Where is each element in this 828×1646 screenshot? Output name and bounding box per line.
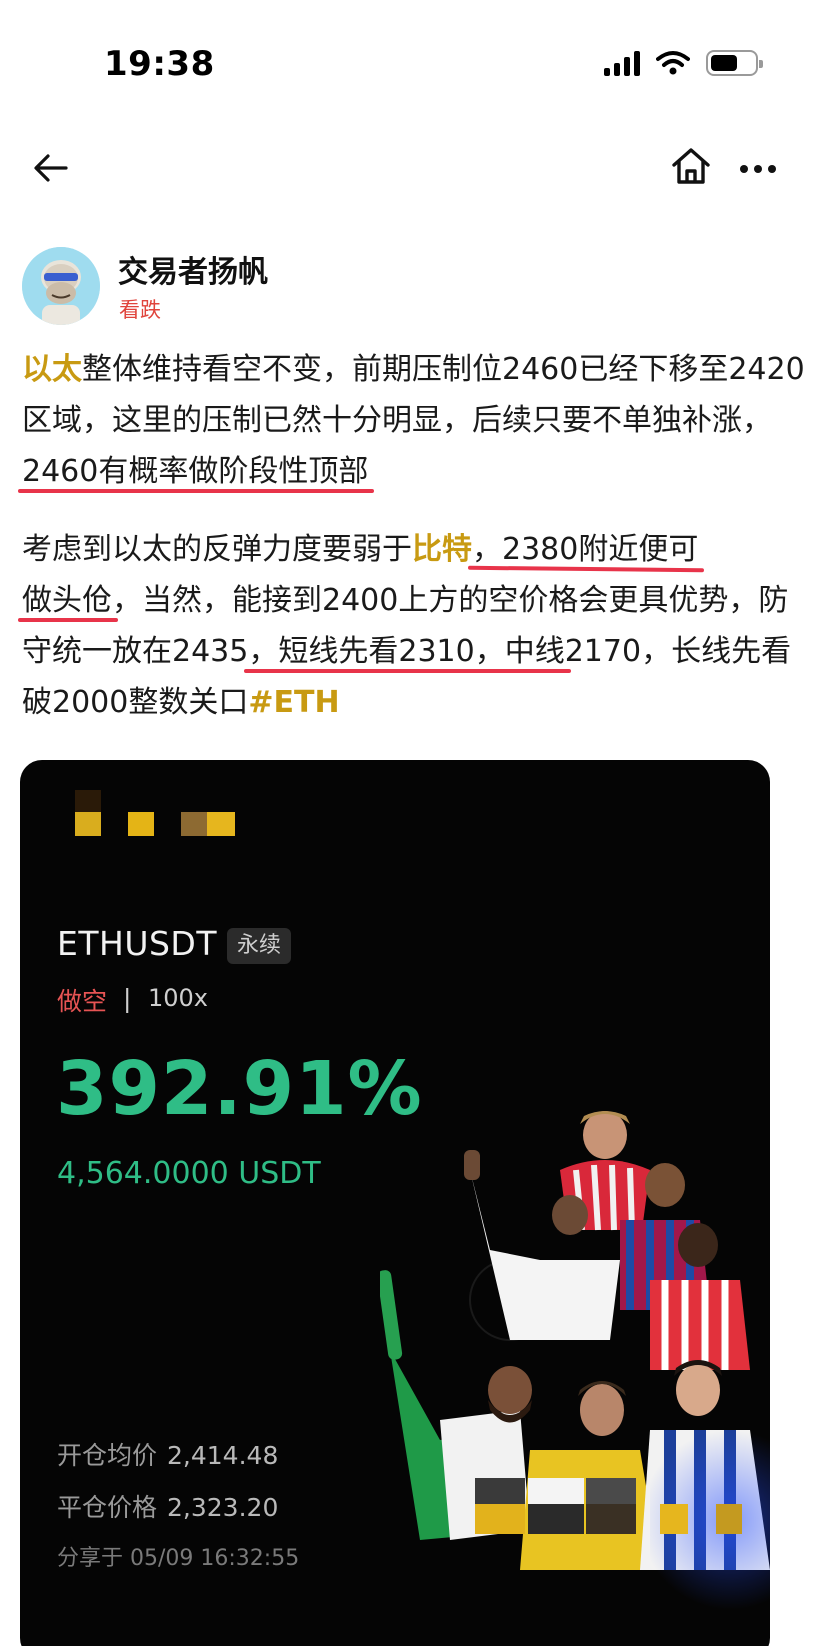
status-icons (604, 50, 763, 76)
more-options-icon[interactable] (736, 147, 780, 191)
sentiment-tag: 看跌 (119, 298, 161, 322)
highlight-btc[interactable]: 比特 (412, 532, 472, 567)
avatar[interactable] (22, 247, 100, 325)
underlined-text: ，短线先看2310，中线 (248, 634, 565, 669)
nav-bar (0, 135, 828, 201)
status-bar: 19:38 (0, 0, 828, 120)
home-icon[interactable] (668, 143, 714, 189)
pnl-usdt: 4,564.0000 USDT (57, 1156, 321, 1191)
leverage: 100x (148, 984, 209, 1012)
post-paragraph-2: 考虑到以太的反弹力度要弱于比特，2380附近便可做头伧，当然，能接到2400上方… (22, 524, 812, 728)
ape-avatar-image (22, 247, 100, 325)
paragraph-text: 整体维持看空不变，前期压制位2460已经下移至2420区域，这里的压制已然十分明… (22, 352, 805, 438)
open-price-row: 开仓均价 2,414.48 (57, 1436, 278, 1472)
close-price-row: 平仓价格 2,323.20 (57, 1488, 278, 1524)
shared-timestamp: 分享于 05/09 16:32:55 (57, 1546, 300, 1571)
open-price-label: 开仓均价 (57, 1441, 158, 1470)
open-price-value: 2,414.48 (167, 1441, 279, 1470)
pnl-percent: 392.91% (56, 1046, 423, 1132)
post-paragraph-1: 以太整体维持看空不变，前期压制位2460已经下移至2420区域，这里的压制已然十… (22, 344, 812, 497)
trade-symbol: ETHUSDT (57, 924, 217, 963)
status-time: 19:38 (104, 44, 215, 84)
battery-icon (706, 50, 763, 76)
close-price-value: 2,323.20 (167, 1493, 279, 1522)
paragraph-text: 考虑到以太的反弹力度要弱于 (22, 532, 412, 567)
back-arrow-icon[interactable] (30, 147, 72, 189)
trade-share-card[interactable]: ETHUSDT 永续 做空 | 100x 392.91% 4,564.0000 … (20, 760, 770, 1646)
highlight-eth[interactable]: 以太 (22, 352, 82, 387)
underlined-text: 2460有概率做阶段性顶部 (22, 454, 369, 489)
close-price-label: 平仓价格 (57, 1493, 158, 1522)
wifi-icon (656, 51, 690, 75)
underlined-text: ，2380附近便可 (472, 532, 699, 567)
separator: | (123, 984, 132, 1013)
author-name[interactable]: 交易者扬帆 (118, 247, 268, 291)
contract-type-badge: 永续 (227, 928, 292, 964)
trade-direction: 做空 (57, 987, 108, 1016)
signal-icon (604, 50, 640, 76)
underlined-text: 做头伧 (22, 583, 112, 618)
hashtag-eth[interactable]: #ETH (248, 685, 339, 720)
